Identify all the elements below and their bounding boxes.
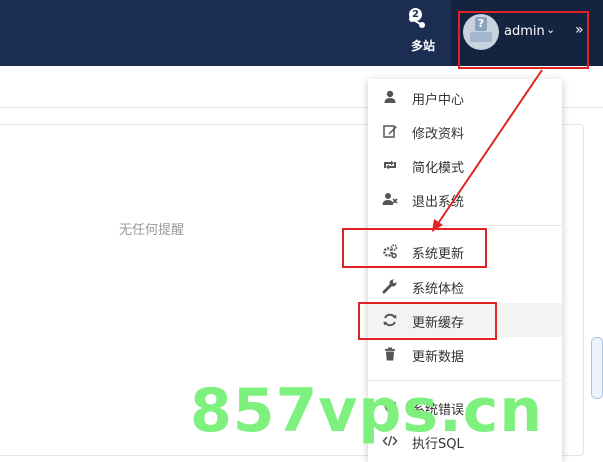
watermark-text: 857vps.cn — [190, 376, 544, 446]
